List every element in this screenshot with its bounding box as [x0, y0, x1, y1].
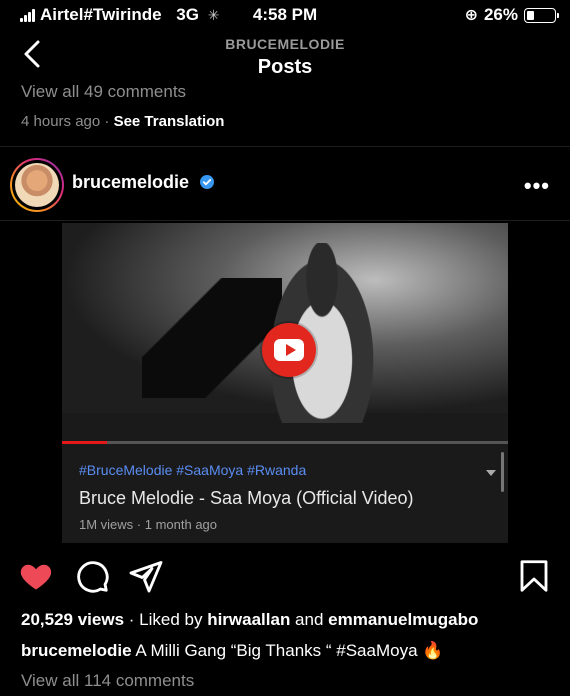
video-info-panel: #BruceMelodie #SaaMoya #Rwanda Bruce Mel…	[62, 444, 508, 543]
liked-by-user[interactable]: emmanuelmugabo	[328, 610, 478, 629]
post-media-youtube-embed[interactable]: #BruceMelodie #SaaMoya #Rwanda Bruce Mel…	[62, 223, 508, 543]
comment-icon	[77, 561, 109, 593]
video-thumbnail[interactable]	[62, 223, 508, 423]
instagram-posts-screen: Airtel#Twirinde 3G ✳ 4:58 PM ⊕ 26% BRUCE…	[0, 0, 570, 696]
likes-line: 20,529 views · Liked by hirwaallan and e…	[21, 610, 479, 629]
youtube-play-icon[interactable]	[262, 323, 316, 377]
more-options-button[interactable]: •••	[524, 173, 550, 199]
heart-icon	[20, 564, 52, 590]
rotation-lock-icon: ⊕	[464, 7, 478, 24]
status-bar: Airtel#Twirinde 3G ✳ 4:58 PM ⊕ 26%	[0, 0, 570, 30]
view-comments-link-previous[interactable]: View all 49 comments	[21, 82, 186, 102]
caption-username[interactable]: brucemelodie	[21, 641, 132, 660]
post-time: 4 hours ago	[21, 113, 101, 130]
page-title: Posts	[257, 56, 313, 78]
divider	[0, 146, 570, 147]
video-meta: 1M views · 1 month ago	[79, 517, 218, 532]
battery-percent: 26%	[483, 5, 518, 24]
verified-badge-icon	[200, 175, 215, 189]
chevron-down-icon[interactable]	[486, 470, 496, 476]
divider	[0, 220, 570, 221]
caption-text: A Milli Gang “Big Thanks “ #SaaMoya 🔥	[131, 641, 444, 660]
share-icon	[129, 561, 163, 593]
battery-status: ⊕ 26%	[464, 5, 559, 25]
video-title[interactable]: Bruce Melodie - Saa Moya (Official Video…	[79, 488, 414, 509]
avatar[interactable]	[10, 158, 64, 212]
post-username[interactable]: brucemelodie	[72, 172, 215, 193]
see-translation-link[interactable]: See Translation	[114, 113, 225, 130]
view-count[interactable]: 20,529 views	[21, 610, 124, 629]
battery-icon	[524, 7, 559, 23]
save-button[interactable]	[516, 558, 552, 594]
like-button[interactable]	[18, 558, 54, 594]
comment-button[interactable]	[74, 558, 110, 594]
bookmark-icon	[520, 560, 548, 592]
liked-by-user[interactable]: hirwaallan	[207, 610, 290, 629]
previous-post-meta: 4 hours ago · See Translation	[21, 113, 225, 130]
post-caption: brucemelodie A Milli Gang “Big Thanks “ …	[21, 641, 443, 661]
profile-username-header: BRUCEMELODIE	[225, 36, 345, 52]
share-button[interactable]	[128, 558, 164, 594]
view-comments-link[interactable]: View all 114 comments	[21, 671, 194, 691]
scrollbar[interactable]	[501, 452, 504, 492]
video-hashtags[interactable]: #BruceMelodie #SaaMoya #Rwanda	[79, 462, 306, 478]
